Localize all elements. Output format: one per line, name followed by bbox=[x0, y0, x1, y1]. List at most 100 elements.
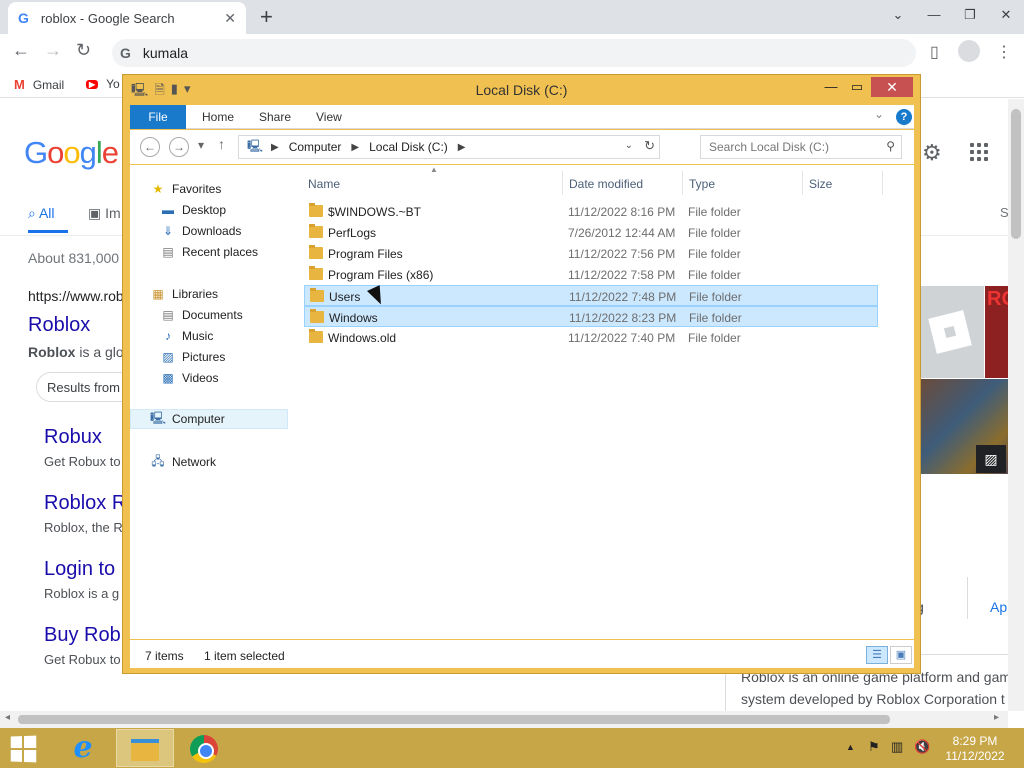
explorer-search-input[interactable]: Search Local Disk (C:) ⚲ bbox=[700, 135, 902, 159]
column-divider[interactable] bbox=[802, 171, 803, 195]
menu-kebab-icon[interactable]: ⋮ bbox=[996, 42, 1012, 62]
bookmark-gmail[interactable]: M Gmail bbox=[14, 77, 64, 92]
up-arrow-icon[interactable]: ↑ bbox=[218, 136, 225, 152]
nav-network[interactable]: 🖧 Network bbox=[150, 452, 216, 472]
ribbon-tab-view[interactable]: View bbox=[306, 105, 352, 129]
ribbon-tab-share[interactable]: Share bbox=[249, 105, 301, 129]
minimize-button[interactable]: — bbox=[916, 0, 952, 30]
ribbon-tabs: File Home Share View ⌄ ? bbox=[130, 105, 914, 129]
column-header-size[interactable]: Size bbox=[809, 177, 832, 197]
nav-downloads[interactable]: ⇓ Downloads bbox=[160, 221, 241, 241]
nav-computer[interactable]: 🖳 Computer bbox=[130, 409, 288, 429]
forward-arrow-icon[interactable]: → bbox=[44, 40, 62, 61]
sitelink-title[interactable]: Roblox R bbox=[44, 492, 126, 515]
explorer-back-icon[interactable]: ← bbox=[140, 137, 160, 157]
nav-favorites[interactable]: ★ Favorites bbox=[150, 179, 222, 199]
sitelink-title[interactable]: Robux bbox=[44, 426, 102, 449]
start-button-windows-icon[interactable] bbox=[10, 735, 39, 763]
action-center-flag-icon[interactable]: ⚑ bbox=[868, 739, 880, 755]
nav-pane-scrollbar[interactable] bbox=[290, 165, 304, 639]
bookmark-youtube[interactable]: ▶ Yo bbox=[86, 77, 120, 91]
result-title-link[interactable]: Roblox bbox=[28, 314, 90, 337]
nav-videos[interactable]: ▩ Videos bbox=[160, 368, 218, 388]
file-row-selected[interactable]: Windows 11/12/2022 8:23 PM File folder bbox=[304, 306, 878, 327]
tab-close-icon[interactable]: ✕ bbox=[224, 10, 236, 27]
file-row[interactable]: Program Files (x86) 11/12/2022 7:58 PM F… bbox=[304, 264, 878, 285]
taskbar-clock[interactable]: 8:29 PM 11/12/2022 bbox=[940, 734, 1010, 764]
nav-desktop[interactable]: ▬ Desktop bbox=[160, 200, 226, 220]
file-date: 11/12/2022 7:40 PM bbox=[568, 331, 676, 345]
column-header-date[interactable]: Date modified bbox=[569, 177, 643, 197]
expand-ribbon-icon[interactable]: ⌄ bbox=[874, 107, 884, 121]
address-dropdown-icon[interactable]: ⌄ bbox=[625, 140, 633, 151]
search-icon[interactable]: ⚲ bbox=[886, 139, 895, 153]
explorer-minimize-button[interactable]: — bbox=[821, 77, 841, 97]
close-window-button[interactable]: ✕ bbox=[988, 0, 1024, 30]
sitelink-title[interactable]: Buy Rob bbox=[44, 624, 121, 647]
clock-time: 8:29 PM bbox=[952, 734, 998, 748]
tab-images[interactable]: ▣ Im bbox=[88, 205, 121, 222]
nav-libraries[interactable]: ▦ Libraries bbox=[150, 284, 218, 304]
file-row[interactable]: Windows.old 11/12/2022 7:40 PM File fold… bbox=[304, 327, 878, 348]
volume-muted-icon[interactable]: 🔇 bbox=[914, 739, 930, 755]
nav-music[interactable]: ♪ Music bbox=[160, 326, 213, 346]
column-header-type[interactable]: Type bbox=[689, 177, 715, 197]
explorer-close-button[interactable]: ✕ bbox=[871, 77, 913, 97]
window-title: Local Disk (C:) bbox=[475, 82, 568, 98]
scroll-right-icon[interactable]: ▸ bbox=[994, 712, 999, 723]
column-divider[interactable] bbox=[682, 171, 683, 195]
kp-link-fragment[interactable]: Ap bbox=[990, 599, 1007, 615]
column-header-name[interactable]: Name bbox=[308, 177, 340, 197]
settings-gear-icon[interactable]: ⚙ bbox=[922, 140, 942, 166]
explorer-maximize-button[interactable]: ▭ bbox=[847, 77, 867, 97]
file-row-selected[interactable]: Users 11/12/2022 7:48 PM File folder bbox=[304, 285, 878, 306]
side-panel-icon[interactable]: ▯ bbox=[930, 42, 939, 62]
tab-search-button[interactable]: ⌄ bbox=[880, 0, 916, 30]
file-row[interactable]: Program Files 11/12/2022 7:56 PM File fo… bbox=[304, 243, 878, 264]
tab-all[interactable]: ⌕ All bbox=[28, 205, 55, 222]
refresh-icon[interactable]: ↻ bbox=[644, 138, 655, 154]
nav-pictures[interactable]: ▨ Pictures bbox=[160, 347, 225, 367]
profile-avatar[interactable] bbox=[958, 40, 980, 62]
nav-recent-places[interactable]: ▤ Recent places bbox=[160, 242, 258, 262]
help-icon[interactable]: ? bbox=[896, 109, 912, 125]
google-logo[interactable]: Google bbox=[24, 135, 119, 171]
sitelink-title[interactable]: Login to bbox=[44, 558, 115, 581]
restore-button[interactable]: ❐ bbox=[952, 0, 988, 30]
scroll-left-icon[interactable]: ◂ bbox=[5, 712, 10, 723]
new-tab-button[interactable]: + bbox=[260, 4, 273, 30]
column-divider[interactable] bbox=[562, 171, 563, 195]
image-gallery-icon[interactable]: ▨ bbox=[976, 445, 1006, 473]
ribbon-tab-home[interactable]: Home bbox=[192, 105, 244, 129]
ribbon-tab-file[interactable]: File bbox=[130, 105, 186, 129]
file-list-scrollbar[interactable] bbox=[900, 165, 914, 639]
column-divider[interactable] bbox=[882, 171, 883, 195]
file-row[interactable]: PerfLogs 7/26/2012 12:44 AM File folder bbox=[304, 222, 878, 243]
network-tray-icon[interactable]: ▥ bbox=[891, 739, 903, 755]
large-icons-view-button[interactable]: ▣ bbox=[890, 646, 912, 664]
result-url[interactable]: https://www.rob bbox=[28, 288, 124, 304]
explorer-title-bar[interactable]: 🖳 🗎 ▮ ▾ Local Disk (C:) — ▭ ✕ bbox=[123, 75, 920, 103]
file-row[interactable]: $WINDOWS.~BT 11/12/2022 8:16 PM File fol… bbox=[304, 201, 878, 222]
breadcrumb-computer[interactable]: Computer bbox=[289, 140, 342, 154]
page-horizontal-scrollbar[interactable]: ◂ ▸ bbox=[0, 711, 1008, 728]
breadcrumb-local-disk[interactable]: Local Disk (C:) bbox=[369, 140, 448, 154]
taskbar-internet-explorer[interactable]: e bbox=[54, 729, 112, 767]
reload-icon[interactable]: ↻ bbox=[76, 40, 91, 61]
details-view-button[interactable]: ☰ bbox=[866, 646, 888, 664]
show-hidden-icons-icon[interactable]: ▲ bbox=[846, 742, 855, 752]
address-bar[interactable]: G kumala bbox=[112, 39, 916, 67]
scroll-thumb[interactable] bbox=[18, 715, 890, 724]
taskbar-chrome[interactable] bbox=[175, 729, 233, 767]
recent-locations-icon[interactable]: ▾ bbox=[198, 138, 204, 152]
browser-tab[interactable]: G roblox - Google Search ✕ bbox=[8, 2, 246, 34]
nav-documents[interactable]: ▤ Documents bbox=[160, 305, 242, 325]
taskbar-file-explorer[interactable] bbox=[116, 729, 174, 767]
page-vertical-scrollbar[interactable] bbox=[1008, 99, 1024, 711]
explorer-address-bar[interactable]: 🖳 ▶ Computer ▶ Local Disk (C:) ▶ ⌄ ↻ bbox=[238, 135, 660, 159]
explorer-forward-icon[interactable]: → bbox=[169, 137, 189, 157]
scroll-thumb[interactable] bbox=[1011, 109, 1021, 239]
back-arrow-icon[interactable]: ← bbox=[12, 40, 30, 61]
roblox-logo-image[interactable] bbox=[920, 286, 984, 378]
google-apps-icon[interactable] bbox=[970, 143, 988, 161]
